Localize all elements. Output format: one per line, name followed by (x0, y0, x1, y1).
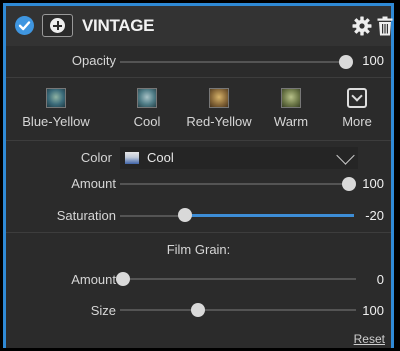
preset-warm[interactable]: Warm (256, 88, 326, 129)
chevron-down-box-icon (347, 88, 367, 108)
amount-label: Amount (71, 176, 116, 191)
more-presets-button[interactable]: More (322, 88, 392, 129)
opacity-value: 100 (362, 53, 384, 68)
grain-size-value: 100 (362, 303, 384, 318)
trash-icon[interactable] (377, 16, 393, 36)
preset-thumbnail (209, 88, 229, 108)
saturation-slider-handle[interactable] (178, 208, 192, 222)
grain-size-slider-handle[interactable] (191, 303, 205, 317)
add-circle-icon[interactable] (42, 14, 73, 37)
film-grain-heading: Film Grain: (166, 242, 231, 257)
preset-label: Cool (133, 114, 161, 129)
saturation-slider-track[interactable] (120, 215, 180, 217)
saturation-value: -20 (365, 208, 384, 223)
saturation-label: Saturation (56, 208, 116, 223)
preset-thumbnail (137, 88, 157, 108)
gear-icon[interactable] (352, 16, 372, 36)
reset-link[interactable]: Reset (354, 332, 385, 346)
divider (6, 232, 391, 233)
opacity-slider-track[interactable] (120, 61, 346, 63)
opacity-label: Opacity (71, 53, 116, 68)
divider (6, 140, 391, 141)
preset-label: Blue-Yellow (22, 114, 90, 129)
color-select-value: Cool (147, 150, 174, 165)
preset-thumbnail (281, 88, 301, 108)
color-label: Color (80, 150, 112, 165)
color-swatch (125, 152, 139, 164)
grain-amount-value: 0 (376, 272, 384, 287)
preset-cool[interactable]: Cool (112, 88, 182, 129)
vintage-filter-panel: VINTAGE Opacity 100 Blue-Yellow Cool Red… (3, 3, 394, 348)
amount-slider-track[interactable] (120, 183, 346, 185)
preset-label: Red-Yellow (186, 114, 252, 129)
preset-thumbnail (46, 88, 66, 108)
chevron-down-icon (336, 146, 355, 165)
grain-amount-label: Amount (71, 272, 116, 287)
grain-size-slider-track[interactable] (120, 309, 356, 311)
color-select[interactable]: Cool (120, 146, 358, 169)
preset-label: Warm (273, 114, 309, 129)
grain-amount-slider-handle[interactable] (116, 272, 130, 286)
panel-header: VINTAGE (6, 6, 393, 46)
more-label: More (342, 114, 372, 129)
saturation-slider-fill (184, 214, 354, 217)
amount-value: 100 (362, 176, 384, 191)
preset-blue-yellow[interactable]: Blue-Yellow (21, 88, 91, 129)
checkmark-icon[interactable] (15, 16, 34, 35)
grain-size-label: Size (90, 303, 116, 318)
panel-title: VINTAGE (82, 16, 155, 35)
grain-amount-slider-track[interactable] (120, 278, 356, 280)
preset-red-yellow[interactable]: Red-Yellow (184, 88, 254, 129)
divider (6, 77, 391, 78)
